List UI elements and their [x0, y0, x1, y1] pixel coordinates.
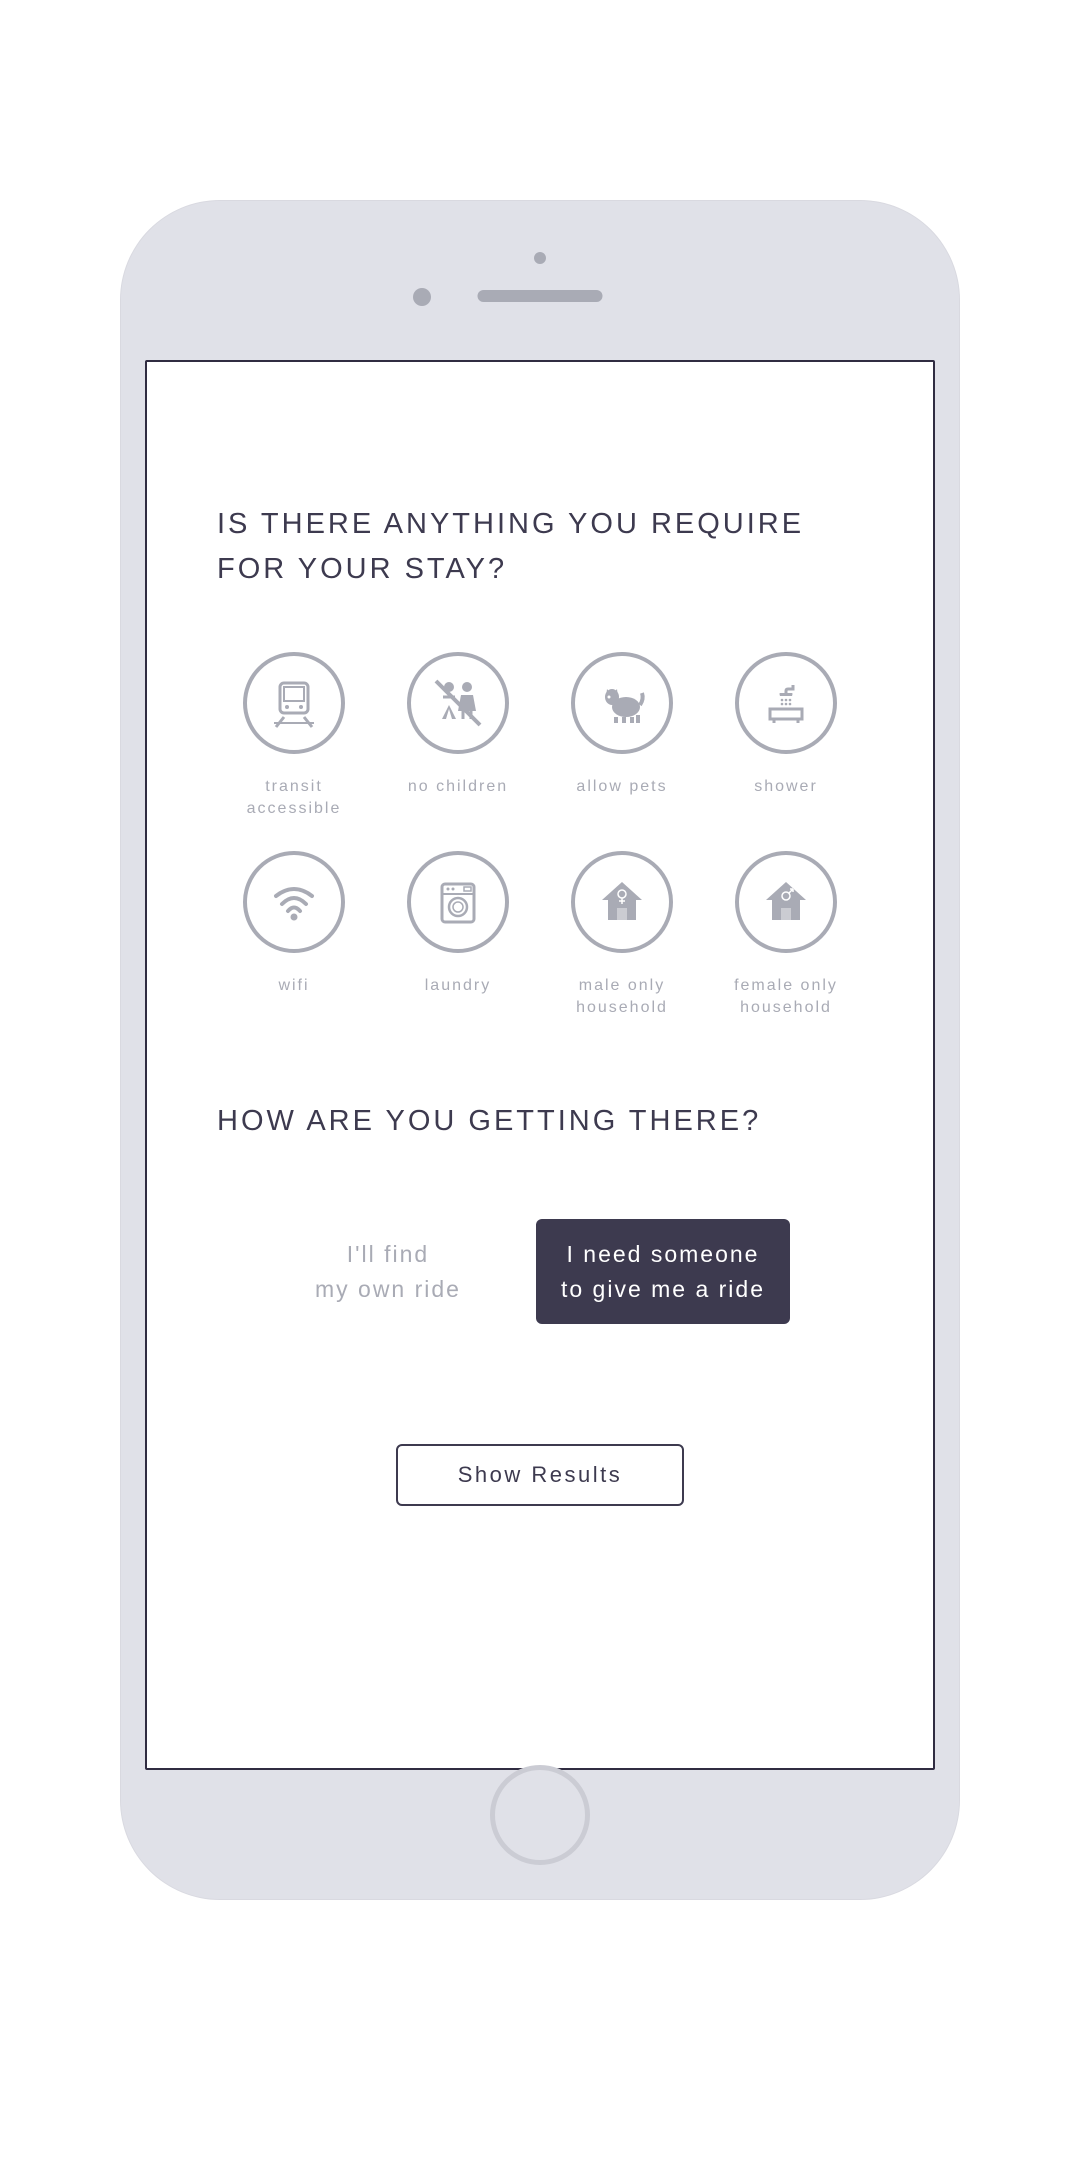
option-label: shower [754, 776, 818, 798]
option-laundry[interactable]: laundry [381, 851, 535, 1020]
ride-option-need[interactable]: I need someone to give me a ride [536, 1219, 790, 1324]
option-shower[interactable]: shower [709, 652, 863, 821]
laundry-icon [407, 851, 509, 953]
option-label: wifi [278, 975, 309, 997]
ride-option-own[interactable]: I'll find my own ride [290, 1219, 486, 1324]
male-household-icon [571, 851, 673, 953]
pets-icon [571, 652, 673, 754]
phone-speaker [478, 290, 603, 302]
option-allow-pets[interactable]: allow pets [545, 652, 699, 821]
phone-home-button[interactable] [490, 1765, 590, 1865]
phone-top-bezel [145, 240, 935, 330]
show-results-button[interactable]: Show Results [396, 1444, 685, 1506]
option-label: no children [408, 776, 508, 798]
option-label: allow pets [576, 776, 667, 798]
phone-camera-dot [534, 252, 546, 264]
shower-icon [735, 652, 837, 754]
ride-options: I'll find my own ride I need someone to … [217, 1219, 863, 1324]
option-male-household[interactable]: male only household [545, 851, 699, 1020]
option-label: female only household [709, 975, 863, 1020]
screen: IS THERE ANYTHING YOU REQUIRE FOR YOUR S… [145, 360, 935, 1770]
option-wifi[interactable]: wifi [217, 851, 371, 1020]
transit-icon [243, 652, 345, 754]
no-children-icon [407, 652, 509, 754]
option-label: laundry [425, 975, 491, 997]
option-label: male only household [545, 975, 699, 1020]
female-household-icon [735, 851, 837, 953]
phone-sensor-dot [413, 288, 431, 306]
option-transit-accessible[interactable]: transit accessible [217, 652, 371, 821]
option-label: transit accessible [217, 776, 371, 821]
requirements-heading: IS THERE ANYTHING YOU REQUIRE FOR YOUR S… [217, 502, 863, 592]
wifi-icon [243, 851, 345, 953]
phone-frame: IS THERE ANYTHING YOU REQUIRE FOR YOUR S… [120, 200, 960, 1900]
option-no-children[interactable]: no children [381, 652, 535, 821]
option-female-household[interactable]: female only household [709, 851, 863, 1020]
transport-heading: HOW ARE YOU GETTING THERE? [217, 1099, 863, 1144]
requirements-grid: transit accessible no children [217, 652, 863, 1020]
